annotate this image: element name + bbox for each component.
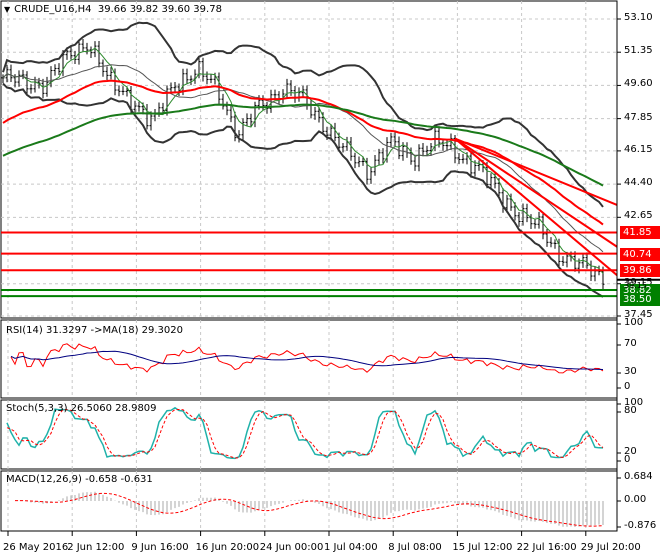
price-tick: 46.15 bbox=[624, 143, 653, 155]
stoch_axis-tick: 80 bbox=[624, 405, 637, 416]
level-price-tag: 38.50 bbox=[620, 293, 660, 307]
trendline bbox=[454, 137, 618, 248]
trendline bbox=[454, 137, 618, 206]
stoch-signal-line bbox=[6, 409, 604, 459]
price-tick: 51.35 bbox=[624, 45, 653, 57]
ohlc-readout: 39.66 39.82 39.60 39.78 bbox=[97, 4, 222, 15]
time-label: 24 Jun 00:00 bbox=[259, 542, 324, 553]
ma-fast bbox=[2, 47, 604, 274]
stoch_axis-tick: 0 bbox=[624, 454, 631, 465]
rsi_axis-tick: 30 bbox=[624, 366, 637, 377]
price-tick: 47.85 bbox=[624, 111, 653, 123]
macd_axis-tick: -0.876 bbox=[624, 520, 657, 531]
rsi_axis-tick: 70 bbox=[624, 338, 637, 349]
time-label: 22 Jul 16:00 bbox=[516, 542, 577, 553]
ma-green bbox=[2, 103, 604, 187]
macd-label: MACD(12,26,9) -0.658 -0.631 bbox=[6, 474, 153, 485]
price-tick: 42.65 bbox=[624, 210, 653, 222]
chart-title: ▼ CRUDE_U16,H4 39.66 39.82 39.60 39.78 bbox=[4, 4, 222, 15]
macd_axis-tick: 0.00 bbox=[624, 494, 647, 505]
rsi_axis-tick: 0 bbox=[624, 381, 631, 392]
macd_axis-tick: 0.684 bbox=[624, 471, 653, 482]
price-tick: 44.40 bbox=[624, 177, 653, 189]
time-label: 29 Jul 20:00 bbox=[580, 542, 641, 553]
level-price-tag: 41.85 bbox=[620, 226, 660, 240]
stoch-label: Stoch(5,3,3) 26.5060 28.9809 bbox=[6, 403, 157, 414]
time-label: 15 Jul 12:00 bbox=[452, 542, 513, 553]
collapse-triangle-icon[interactable]: ▼ bbox=[4, 5, 10, 14]
trendline bbox=[454, 137, 618, 276]
rsi_axis-tick: 100 bbox=[624, 317, 644, 328]
current-price-label: 39.15 bbox=[624, 280, 647, 290]
time-label: 26 May 2016 bbox=[3, 542, 69, 553]
time-label: 16 Jun 20:00 bbox=[195, 542, 260, 553]
level-price-tag: 40.74 bbox=[620, 247, 660, 261]
rsi-line bbox=[10, 343, 604, 374]
time-label: 1 Jul 04:00 bbox=[324, 542, 378, 553]
time-label: 9 Jun 16:00 bbox=[131, 542, 189, 553]
bollinger-lower bbox=[2, 82, 604, 298]
rsi-ma-line bbox=[10, 350, 604, 371]
time-label: 8 Jul 08:00 bbox=[388, 542, 442, 553]
rsi-label: RSI(14) 31.3297 ->MA(18) 29.3020 bbox=[6, 325, 183, 336]
time-label: 2 Jun 12:00 bbox=[67, 542, 125, 553]
level-price-tag: 39.86 bbox=[620, 264, 660, 278]
symbol-label: CRUDE_U16,H4 bbox=[14, 4, 92, 15]
stoch-main-line bbox=[6, 406, 604, 460]
price-tick: 49.60 bbox=[624, 78, 653, 90]
ma-red bbox=[2, 79, 604, 226]
bollinger-upper bbox=[2, 21, 604, 208]
price-tick: 53.10 bbox=[624, 12, 653, 23]
